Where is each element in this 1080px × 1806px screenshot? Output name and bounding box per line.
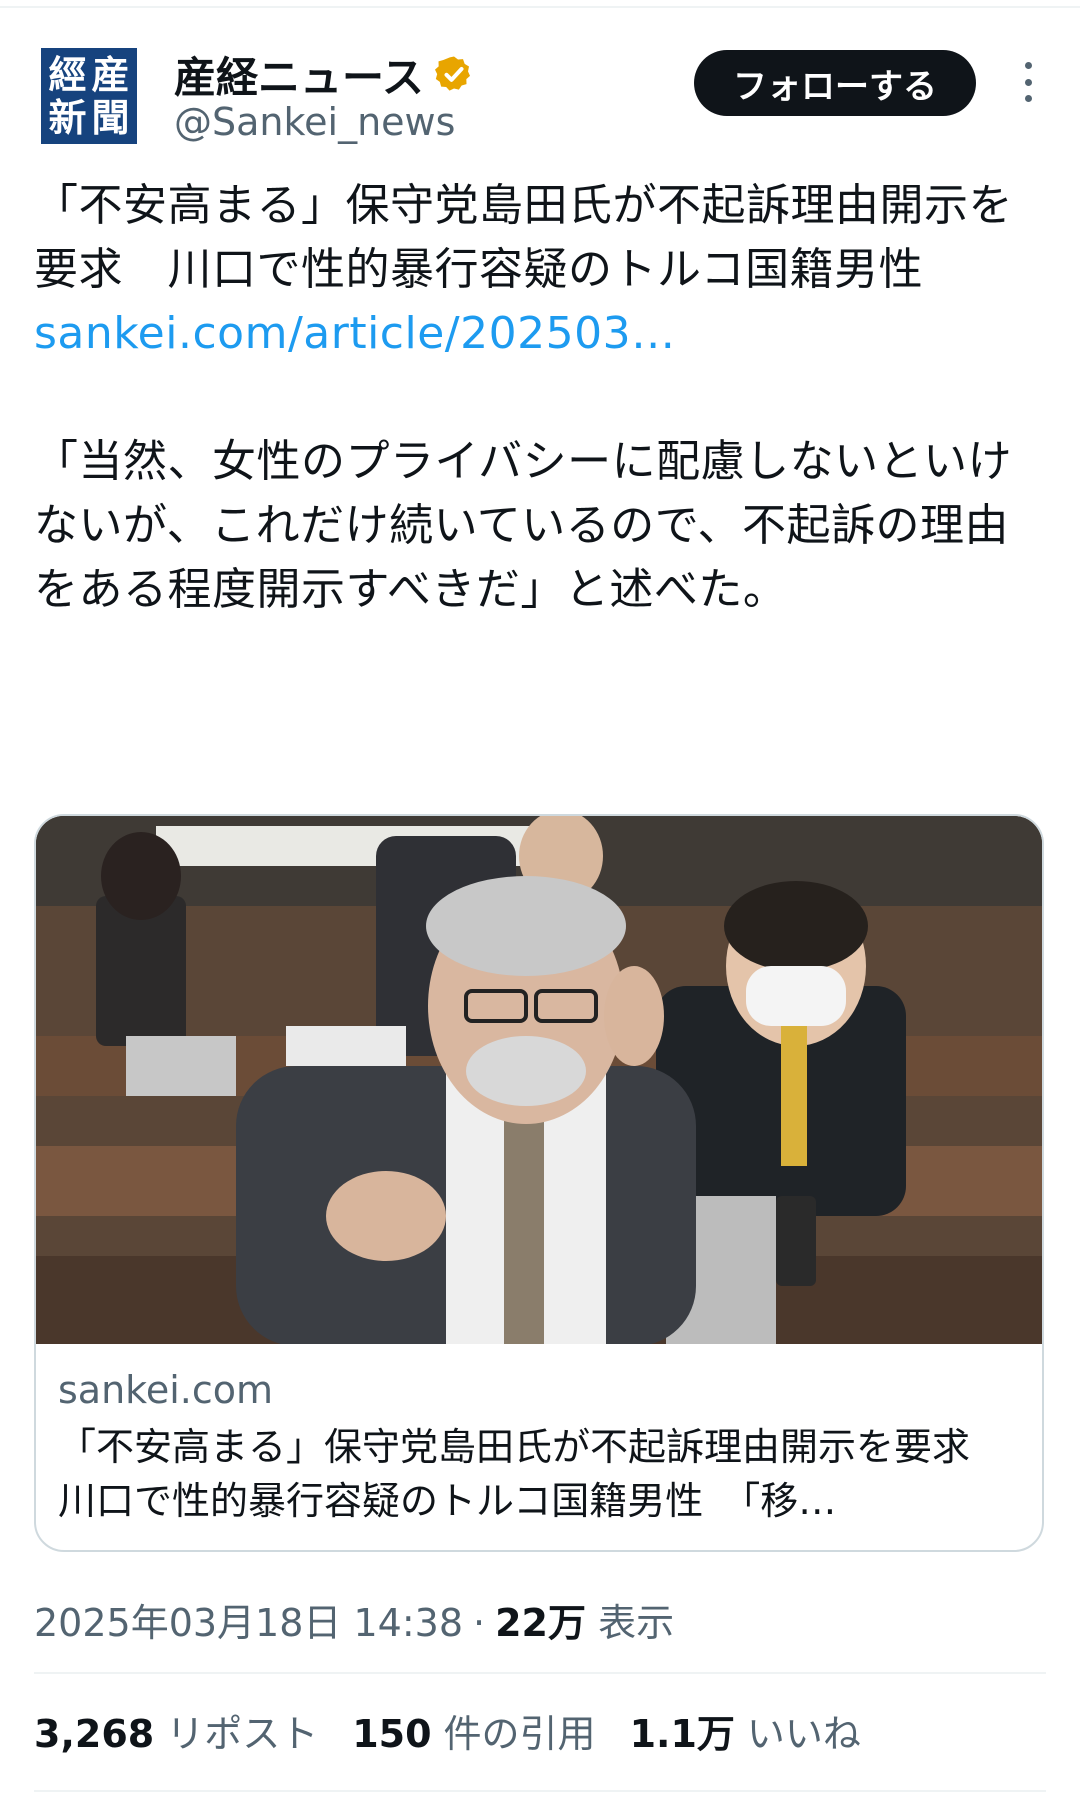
card-meta: sankei.com 「不安高まる」保守党島田氏が不起訴理由開示を要求 川口で性… (58, 1364, 1024, 1528)
name-row: 産経ニュース (174, 44, 474, 104)
follow-button[interactable]: フォローする (694, 50, 976, 116)
reposts-stat[interactable]: 3,268 リポスト (34, 1703, 318, 1758)
engagement-stats: 3,268 リポスト 150 件の引用 1.1万 いいね (34, 1700, 861, 1760)
tweet-header: 經 産 新 聞 産経ニュース @Sankei_news フォローする (34, 44, 1046, 152)
article-link[interactable]: sankei.com/article/202503… (34, 302, 1044, 366)
likes-count: 1.1万 (629, 1711, 735, 1756)
tweet-datetime[interactable]: 2025年03月18日 14:38 (34, 1592, 463, 1647)
divider (34, 1790, 1046, 1792)
avatar-glyph: 經 (48, 52, 87, 97)
card-domain: sankei.com (58, 1368, 273, 1412)
tweet-headline: 「不安高まる」保守党島田氏が不起訴理由開示を要求 川口で性的暴行容疑のトルコ国籍… (34, 180, 1013, 295)
tweet-meta: 2025年03月18日 14:38 · 22万 表示 (34, 1592, 674, 1647)
avatar-glyph: 産 (91, 52, 130, 97)
quotes-label: 件の引用 (443, 1711, 596, 1756)
more-options-icon[interactable] (1014, 58, 1042, 106)
likes-label: いいね (746, 1711, 861, 1756)
verified-badge-icon (434, 56, 470, 91)
views-label: 表示 (598, 1601, 675, 1645)
avatar[interactable]: 經 産 新 聞 (41, 48, 137, 144)
reposts-label: リポスト (166, 1711, 319, 1756)
meta-separator: · (473, 1601, 486, 1645)
divider (34, 1672, 1046, 1674)
avatar-glyph: 聞 (91, 95, 130, 140)
avatar-glyph: 新 (48, 95, 87, 140)
link-card[interactable]: sankei.com 「不安高まる」保守党島田氏が不起訴理由開示を要求 川口で性… (34, 814, 1044, 1552)
card-title: 「不安高まる」保守党島田氏が不起訴理由開示を要求 川口で性的暴行容疑のトルコ国籍… (58, 1425, 1009, 1523)
views-count: 22万 (495, 1601, 586, 1645)
handle[interactable]: @Sankei_news (174, 100, 455, 144)
tweet-quote: 「当然、女性のプライバシーに配慮しないといけないが、これだけ続いているので、不起… (34, 436, 1013, 615)
likes-stat[interactable]: 1.1万 いいね (630, 1703, 861, 1758)
tweet-body: 「不安高まる」保守党島田氏が不起訴理由開示を要求 川口で性的暴行容疑のトルコ国籍… (34, 174, 1044, 622)
quotes-stat[interactable]: 150 件の引用 (352, 1703, 595, 1758)
card-photo (36, 816, 1042, 1344)
display-name[interactable]: 産経ニュース (174, 44, 424, 105)
top-divider (0, 6, 1080, 8)
quotes-count: 150 (352, 1711, 432, 1756)
reposts-count: 3,268 (34, 1711, 155, 1756)
